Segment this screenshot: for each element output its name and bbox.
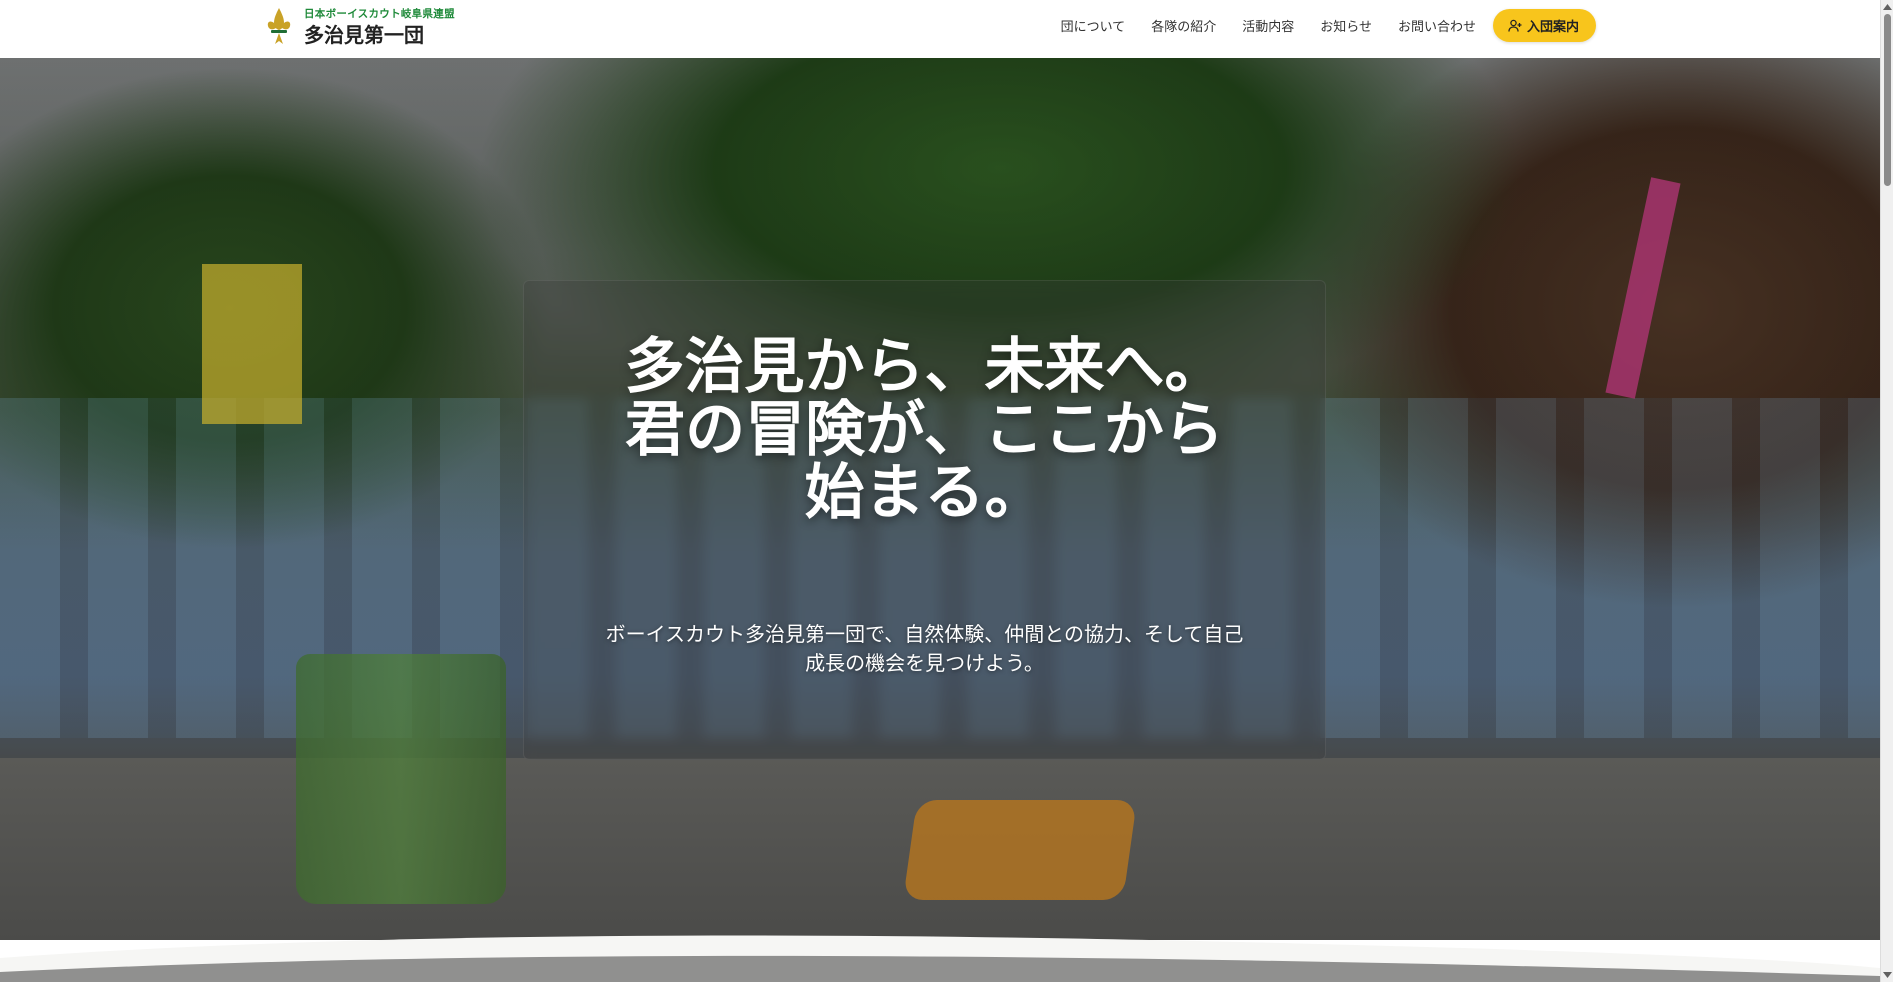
nav-about[interactable]: 団について xyxy=(1061,16,1126,35)
hero-section: 多治見から、未来へ。 君の冒険が、ここから 始まる。 ボーイスカウト多治見第一団… xyxy=(0,58,1880,940)
join-button[interactable]: 入団案内 xyxy=(1492,9,1596,42)
site-header: 日本ボーイスカウト岐阜県連盟 多治見第一団 団について 各隊の紹介 活動内容 お… xyxy=(0,0,1880,58)
hero-subtext: ボーイスカウト多治見第一団で、自然体験、仲間との協力、そして自己 成長の機会を見… xyxy=(523,620,1326,678)
fleur-de-lis-icon xyxy=(267,8,291,44)
hero-headline: 多治見から、未来へ。 君の冒険が、ここから 始まる。 xyxy=(523,336,1326,525)
scroll-down-arrow-icon[interactable] xyxy=(1883,972,1892,979)
site-logo-link[interactable]: 日本ボーイスカウト岐阜県連盟 多治見第一団 xyxy=(266,6,455,48)
page-scrollbar[interactable] xyxy=(1880,0,1893,982)
hero-headline-line: 多治見から、未来へ。 xyxy=(624,332,1225,402)
hero-headline-line: 始まる。 xyxy=(804,458,1045,528)
hero-flag xyxy=(202,264,302,424)
main-nav: 団について 各隊の紹介 活動内容 お知らせ お問い合わせ 入団案内 xyxy=(1061,9,1596,42)
hero-tray xyxy=(902,800,1138,900)
org-subtitle: 日本ボーイスカウト岐阜県連盟 xyxy=(304,7,455,20)
scroll-up-arrow-icon[interactable] xyxy=(1883,3,1892,10)
nav-news[interactable]: お知らせ xyxy=(1320,16,1372,35)
hero-banner xyxy=(1605,177,1681,399)
join-button-label: 入団案内 xyxy=(1526,20,1579,35)
hero-bin xyxy=(296,654,506,904)
nav-contact[interactable]: お問い合わせ xyxy=(1398,16,1476,35)
org-title: 多治見第一団 xyxy=(304,22,424,47)
scrollbar-thumb[interactable] xyxy=(1884,14,1891,186)
nav-units[interactable]: 各隊の紹介 xyxy=(1151,16,1216,35)
user-plus-icon xyxy=(1508,19,1522,32)
hero-wave-divider xyxy=(0,935,1880,982)
nav-activities[interactable]: 活動内容 xyxy=(1242,16,1294,35)
hero-subtext-line: ボーイスカウト多治見第一団で、自然体験、仲間との協力、そして自己 xyxy=(605,622,1244,646)
hero-subtext-line: 成長の機会を見つけよう。 xyxy=(805,651,1044,675)
hero-headline-line: 君の冒険が、ここから xyxy=(625,395,1224,465)
